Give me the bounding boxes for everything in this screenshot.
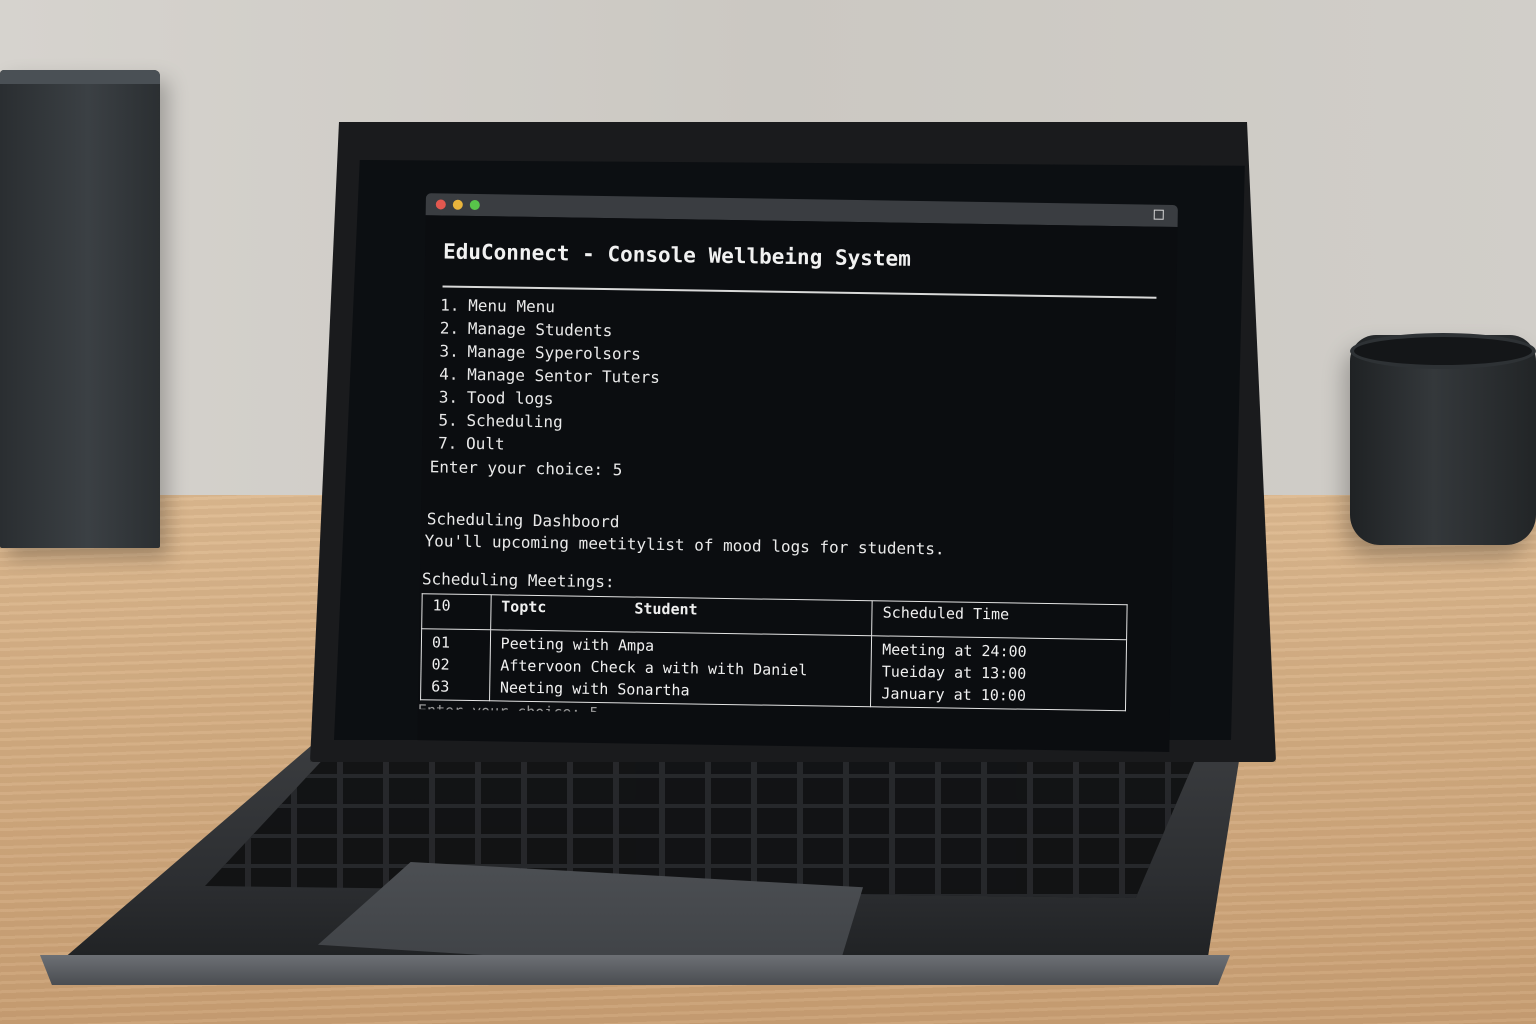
cutoff-prompt: Enter your choice: 5 — [417, 701, 599, 712]
menu-item: 2. Manage Students — [439, 318, 613, 341]
menu-item: 4. Manage Sentor Tuters — [439, 364, 660, 387]
header-topic-student: Toptc Student — [490, 594, 873, 636]
dashboard-description: You'll upcoming meetitylist of mood logs… — [424, 531, 945, 559]
table-cell-id: 63 — [431, 677, 450, 696]
choice-prompt[interactable]: Enter your choice: 5 — [430, 457, 623, 479]
menu-item: 5. Scheduling — [438, 410, 563, 432]
table-cell-time: January at 10:00 — [881, 684, 1027, 705]
main-menu: 1. Menu Menu 2. Manage Students 3. Manage S… — [438, 293, 661, 457]
laptop-base-edge — [40, 955, 1230, 985]
terminal-body[interactable]: EduConnect - Console Wellbeing System 1.… — [417, 215, 1178, 752]
keyboard-rows — [205, 748, 1195, 898]
menu-item: 7. Oult — [437, 433, 505, 454]
menu-item: 3. Manage Syperolsors — [439, 341, 642, 364]
book-binder-top — [0, 70, 160, 84]
meetings-table: 10 Toptc Student Scheduled Time 01 02 63… — [420, 593, 1128, 711]
header-student: Student — [634, 599, 698, 619]
table-body-row: 01 02 63 Peeting with Ampa Aftervoon Che… — [420, 628, 1127, 711]
header-scheduled-time: Scheduled Time — [871, 600, 1128, 640]
dashboard-title: Scheduling Dashboord — [426, 509, 620, 532]
terminal-window: EduConnect - Console Wellbeing System 1.… — [403, 193, 1178, 765]
book-binder — [0, 70, 160, 548]
zoom-icon[interactable] — [469, 199, 480, 211]
close-icon[interactable] — [435, 199, 446, 210]
minimize-icon[interactable] — [452, 199, 463, 210]
header-topic: Toptc — [501, 597, 547, 617]
menu-item: 1. Menu Menu — [440, 295, 556, 317]
header-id: 10 — [421, 593, 491, 630]
time-column: Meeting at 24:00 Tueiday at 13:00 Januar… — [870, 635, 1127, 711]
mug-rim — [1350, 333, 1536, 369]
meetings-label: Scheduling Meetings: — [421, 569, 615, 592]
app-title: EduConnect - Console Wellbeing System — [442, 239, 912, 271]
table-cell-id: 02 — [431, 655, 450, 674]
topic-column: Peeting with Ampa Aftervoon Check a with… — [489, 629, 872, 707]
table-cell-id: 01 — [431, 633, 451, 652]
id-column: 01 02 63 — [420, 628, 491, 701]
maximize-icon[interactable] — [1153, 209, 1164, 220]
menu-item: 3. Tood logs — [438, 387, 554, 409]
